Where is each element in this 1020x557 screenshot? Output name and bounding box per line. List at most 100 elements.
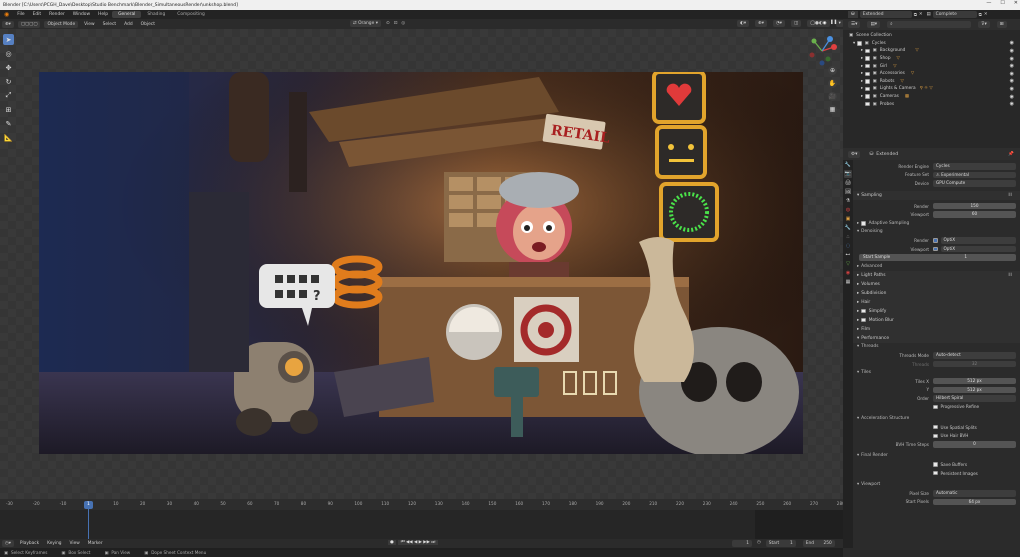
item-checkbox[interactable]	[865, 56, 870, 61]
eye-icon[interactable]: ◉	[1010, 71, 1014, 77]
start-frame-field[interactable]: Start 1	[765, 540, 796, 547]
texture-tab-icon[interactable]: ▦	[844, 278, 852, 286]
eye-icon[interactable]: ◉	[1010, 63, 1014, 69]
record-icon[interactable]: ●	[388, 540, 396, 545]
panel-volumes[interactable]: ▸ Volumes	[843, 279, 1020, 289]
playback-controls-icon[interactable]: ⏮ ◀◀ ◀ ▶ ▶▶ ⏭	[397, 540, 439, 545]
pause-icon[interactable]: ❚❚	[830, 20, 837, 25]
tab-shading[interactable]: Shading	[141, 11, 171, 18]
menu-marker[interactable]: Marker	[84, 541, 107, 546]
eye-icon[interactable]: ◉	[1010, 86, 1014, 92]
object-mode-dropdown[interactable]: Object Mode	[44, 20, 79, 28]
panel-simplify[interactable]: ▸ Simplify	[843, 306, 1020, 316]
view-layer-icon[interactable]: ▤	[927, 12, 931, 17]
persistent-images-checkbox[interactable]	[933, 470, 938, 476]
preview-range-icon[interactable]: ◷	[757, 540, 761, 547]
panel-subdivision[interactable]: ▸ Subdivision	[843, 288, 1020, 298]
expand-right-icon[interactable]: ▸	[861, 48, 863, 53]
end-frame-field[interactable]: End 250	[802, 540, 835, 547]
eye-icon[interactable]: ◉	[1010, 78, 1014, 84]
outliner-item[interactable]: ▸ ▣ Lights & Camera ⚲ ☼ ▽ ◉	[843, 85, 1020, 93]
menu-render[interactable]: Render	[45, 12, 69, 17]
display-mode-icon[interactable]: ▤▾	[867, 21, 881, 28]
timeline[interactable]: -30-20-101102030405060708090100110120130…	[0, 499, 845, 548]
panel-final-render[interactable]: ▾ Final Render	[843, 452, 1020, 461]
device-dropdown[interactable]: GPU Compute	[933, 180, 1016, 187]
ortho-grid-icon[interactable]: ▦	[828, 105, 837, 114]
item-checkbox[interactable]	[865, 86, 870, 92]
menu-view[interactable]: View	[80, 22, 98, 27]
progressive-refine-checkbox[interactable]	[933, 404, 938, 410]
outliner-item[interactable]: ▸ ▣ Cameras ▩ ◉	[843, 93, 1020, 101]
panel-film[interactable]: ▸ Film	[843, 324, 1020, 334]
outliner-scene-collection[interactable]: ▣ Scene Collection	[843, 32, 1020, 40]
rotate-tool-icon[interactable]: ↻	[3, 76, 14, 87]
panel-hair[interactable]: ▸ Hair	[843, 297, 1020, 307]
scale-tool-icon[interactable]: ⤢	[3, 90, 14, 101]
new-layer-icon[interactable]: ⧉	[979, 12, 982, 18]
modifier-tab-icon[interactable]: 🔧	[844, 224, 852, 232]
eye-icon[interactable]: ◉	[1010, 40, 1014, 46]
panel-advanced[interactable]: ▸ Advanced	[843, 262, 1020, 271]
xray-icon[interactable]: ◫	[790, 20, 802, 27]
outliner[interactable]: ☰▾ ▤▾ ⌕ ⊽▾ ⊞ ▣ Scene Collection ▾ ▣ Cycl…	[843, 19, 1020, 148]
scene-tab-icon[interactable]: ⚗	[844, 197, 852, 205]
simplify-checkbox[interactable]	[861, 308, 866, 314]
data-tab-icon[interactable]: ▽	[844, 260, 852, 268]
constraints-tab-icon[interactable]: ⊷	[844, 251, 852, 259]
minimize-icon[interactable]: —	[986, 0, 991, 6]
menu-timeline-view[interactable]: View	[66, 541, 84, 546]
object-tab-icon[interactable]: ▣	[844, 215, 852, 223]
spatial-splits-checkbox[interactable]	[933, 424, 938, 430]
item-checkbox[interactable]	[865, 63, 870, 69]
tiles-x-field[interactable]: 512 px	[933, 377, 1016, 385]
eye-icon[interactable]: ◉	[1010, 48, 1014, 54]
select-mode-icons[interactable]: ▢▢▢▢	[17, 20, 41, 28]
outliner-editor-icon[interactable]: ☰▾	[848, 21, 861, 28]
expand-right-icon[interactable]: ▸	[861, 64, 863, 69]
output-tab-icon[interactable]: 🖨	[844, 179, 852, 187]
transform-tool-icon[interactable]: ⊞	[3, 104, 14, 115]
pan-hand-icon[interactable]: ✋	[828, 79, 837, 88]
outliner-item[interactable]: ▸ ▣ Shop ▽ ◉	[843, 55, 1020, 63]
render-samples-field[interactable]: 150	[933, 202, 1016, 210]
measure-tool-icon[interactable]: 📐	[3, 132, 14, 143]
order-dropdown[interactable]: Hilbert Spiral	[933, 395, 1016, 402]
hair-bvh-checkbox[interactable]	[933, 433, 938, 439]
panel-light-paths[interactable]: ▸ Light Paths ☷	[843, 270, 1020, 280]
zoom-icon[interactable]: ⊕	[828, 66, 837, 75]
snap-icon[interactable]: ⊡	[394, 21, 398, 26]
item-checkbox[interactable]	[865, 48, 870, 54]
delete-scene-icon[interactable]: ✕	[919, 12, 923, 17]
timeline-editor-icon[interactable]: ◷▾	[2, 540, 14, 547]
scene-selector[interactable]: Extended	[859, 11, 912, 18]
menu-help[interactable]: Help	[94, 12, 112, 17]
item-checkbox[interactable]	[865, 94, 870, 99]
panel-denoising[interactable]: ▾ Denoising	[843, 228, 1020, 237]
menu-window[interactable]: Window	[69, 12, 94, 17]
frame-number-field[interactable]: 1	[732, 540, 752, 547]
item-checkbox[interactable]	[865, 79, 870, 84]
menu-add[interactable]: Add	[120, 22, 137, 27]
expand-down-icon[interactable]: ▾	[853, 41, 855, 46]
shading-modes-icon[interactable]: ◯●◐◉	[807, 20, 830, 27]
scene-icon[interactable]: ⛁	[848, 11, 858, 18]
list-icon[interactable]: ☷	[1008, 273, 1012, 278]
tab-compositing[interactable]: Compositing	[171, 11, 211, 18]
expand-right-icon[interactable]: ▸	[861, 71, 863, 76]
world-tab-icon[interactable]: ◍	[844, 206, 852, 214]
close-icon[interactable]: ✕	[1014, 0, 1018, 6]
blender-logo-icon[interactable]: ◉	[0, 11, 13, 18]
visibility-icon[interactable]: ◐▾	[737, 20, 750, 27]
eye-icon[interactable]: ◉	[1010, 56, 1014, 62]
current-frame-indicator[interactable]: 1	[84, 501, 93, 509]
render-engine-dropdown[interactable]: Cycles	[933, 163, 1016, 170]
panel-viewport[interactable]: ▾ Viewport	[843, 480, 1020, 489]
view-layer-selector[interactable]: Complete	[932, 11, 977, 18]
camera-view-icon[interactable]: 🎥	[828, 92, 837, 101]
new-collection-icon[interactable]: ⊞	[996, 21, 1007, 28]
outliner-search[interactable]: ⌕	[887, 21, 972, 28]
view-layer-tab-icon[interactable]: 🖼	[844, 188, 852, 196]
panel-tiles[interactable]: ▾ Tiles	[843, 368, 1020, 377]
orientation-dropdown[interactable]: ⇄ Orange ▾	[350, 20, 381, 27]
